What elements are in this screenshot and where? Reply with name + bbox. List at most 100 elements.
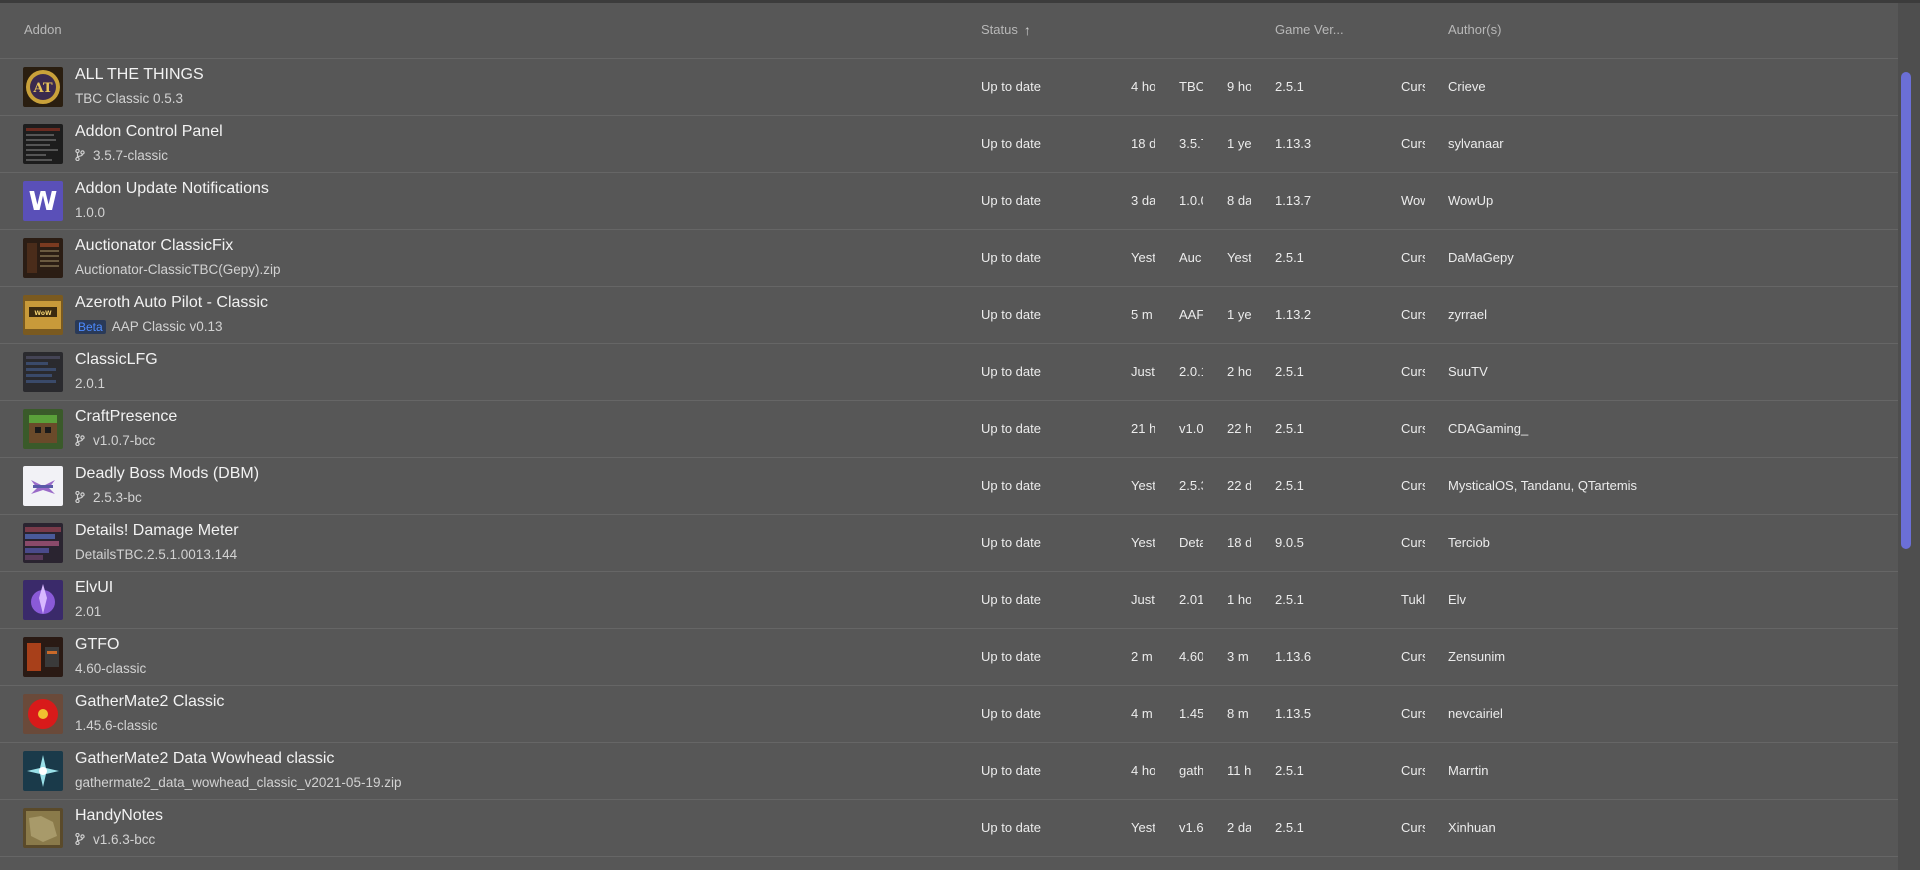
addon-version: v1.0.7-bcc xyxy=(93,433,156,448)
provider: Curs xyxy=(1401,535,1425,550)
addon-thumbnail: AT xyxy=(23,67,63,107)
addon-version: 2.0.1 xyxy=(75,376,106,391)
updated-at: 9 ho xyxy=(1227,79,1251,94)
addon-subtitle: gathermate2_data_wowhead_classic_v2021-0… xyxy=(75,775,401,790)
arrow-up-icon: ↑ xyxy=(1023,22,1031,38)
column-header-authors[interactable]: Author(s) xyxy=(1448,22,1501,37)
addon-name[interactable]: ALL THE THINGS xyxy=(75,66,204,84)
column-header-game-version[interactable]: Game Ver... xyxy=(1275,22,1344,37)
table-row[interactable]: WoW Azeroth Auto Pilot - Classic Beta AAP C… xyxy=(0,287,1898,344)
addon-name[interactable]: Addon Control Panel xyxy=(75,123,223,141)
addon-authors: Zensunim xyxy=(1448,649,1506,664)
game-version: 1.13.2 xyxy=(1275,307,1312,322)
addon-status: Up to date xyxy=(981,478,1041,493)
game-version: 1.13.3 xyxy=(1275,136,1312,151)
game-version: 1.13.5 xyxy=(1275,706,1312,721)
scrollbar-thumb[interactable] xyxy=(1901,72,1911,549)
addon-name[interactable]: Azeroth Auto Pilot - Classic xyxy=(75,294,268,312)
addon-subtitle: DetailsTBC.2.5.1.0013.144 xyxy=(75,547,237,562)
addon-version: 2.01 xyxy=(75,604,102,619)
provider: Curs xyxy=(1401,649,1425,664)
table-row[interactable]: CraftPresence v1.0.7-bcc Up to date 21 h v1.… xyxy=(0,401,1898,458)
addon-subtitle: 2.5.3-bc xyxy=(75,490,142,506)
addon-version: 1.45.6-classic xyxy=(75,718,158,733)
addon-authors: SuuTV xyxy=(1448,364,1488,379)
table-row[interactable]: ClassicLFG 2.0.1 Up to date Just 2.0.1 2 ho 2.… xyxy=(0,344,1898,401)
column-header-status[interactable]: Status ↑ xyxy=(981,22,1031,38)
addon-subtitle: Auctionator-ClassicTBC(Gepy).zip xyxy=(75,262,281,277)
updated-at: 1 ye xyxy=(1227,136,1251,151)
addon-authors: WowUp xyxy=(1448,193,1494,208)
provider: Curs xyxy=(1401,79,1425,94)
updated-at: 22 d xyxy=(1227,478,1251,493)
addon-name[interactable]: GatherMate2 Classic xyxy=(75,693,224,711)
addon-name[interactable]: Addon Update Notifications xyxy=(75,180,269,198)
table-row[interactable]: Details! Damage Meter DetailsTBC.2.5.1.00… xyxy=(0,515,1898,572)
table-row[interactable]: GTFO 4.60-classic Up to date 2 m 4.60 3 m 1.13… xyxy=(0,629,1898,686)
latest-release-time: Yest xyxy=(1131,250,1155,265)
updated-at: 3 m xyxy=(1227,649,1249,664)
updated-at: 22 h xyxy=(1227,421,1251,436)
game-version: 2.5.1 xyxy=(1275,592,1304,607)
table-row[interactable]: GatherMate2 Data Wowhead classic gatherma… xyxy=(0,743,1898,800)
provider: Tukl xyxy=(1401,592,1425,607)
updated-at: 18 d xyxy=(1227,535,1251,550)
addon-thumbnail xyxy=(23,238,63,278)
addon-status: Up to date xyxy=(981,421,1041,436)
latest-release-time: 4 m xyxy=(1131,706,1153,721)
latest-version: Auc xyxy=(1179,250,1202,265)
addon-thumbnail: WoW xyxy=(23,295,63,335)
latest-version: 2.5.3 xyxy=(1179,478,1203,493)
addon-name[interactable]: ClassicLFG xyxy=(75,351,158,369)
table-row[interactable]: AT ALL THE THINGS TBC Classic 0.5.3 Up to d… xyxy=(0,59,1898,116)
addon-name[interactable]: ElvUI xyxy=(75,579,113,597)
latest-release-time: 18 d xyxy=(1131,136,1155,151)
git-branch-icon xyxy=(75,148,87,164)
table-row[interactable]: Addon Control Panel 3.5.7-classic Up to da… xyxy=(0,116,1898,173)
game-version: 2.5.1 xyxy=(1275,79,1304,94)
addon-status: Up to date xyxy=(981,307,1041,322)
table-row[interactable]: W Addon Update Notifications 1.0.0 Up to da… xyxy=(0,173,1898,230)
updated-at: 11 h xyxy=(1227,763,1251,778)
provider: Curs xyxy=(1401,763,1425,778)
latest-version: 2.01 xyxy=(1179,592,1203,607)
addon-thumbnail xyxy=(23,409,63,449)
git-branch-icon xyxy=(75,490,87,506)
game-version: 2.5.1 xyxy=(1275,763,1304,778)
latest-version: 4.60 xyxy=(1179,649,1203,664)
addon-name[interactable]: CraftPresence xyxy=(75,408,177,426)
latest-version: 3.5.7 xyxy=(1179,136,1203,151)
addon-name[interactable]: GatherMate2 Data Wowhead classic xyxy=(75,750,334,768)
table-row[interactable]: Deadly Boss Mods (DBM) 2.5.3-bc Up to date… xyxy=(0,458,1898,515)
table-row[interactable]: Auctionator ClassicFix Auctionator-Classi… xyxy=(0,230,1898,287)
addon-name[interactable]: Details! Damage Meter xyxy=(75,522,239,540)
updated-at: 2 da xyxy=(1227,820,1251,835)
provider: Curs xyxy=(1401,706,1425,721)
addon-table-body: AT ALL THE THINGS TBC Classic 0.5.3 Up to d… xyxy=(0,59,1898,857)
game-version: 2.5.1 xyxy=(1275,820,1304,835)
addon-thumbnail: W xyxy=(23,181,63,221)
addon-subtitle: 2.01 xyxy=(75,604,101,619)
addon-name[interactable]: Deadly Boss Mods (DBM) xyxy=(75,465,259,483)
addon-thumbnail xyxy=(23,523,63,563)
addon-version: AAP Classic v0.13 xyxy=(111,319,223,334)
latest-version: gath xyxy=(1179,763,1203,778)
addon-status: Up to date xyxy=(981,763,1041,778)
table-row[interactable]: GatherMate2 Classic 1.45.6-classic Up to d… xyxy=(0,686,1898,743)
addon-subtitle: 3.5.7-classic xyxy=(75,148,168,164)
addon-name[interactable]: HandyNotes xyxy=(75,807,163,825)
addon-name[interactable]: Auctionator ClassicFix xyxy=(75,237,233,255)
latest-release-time: Yest xyxy=(1131,535,1155,550)
provider: Wow xyxy=(1401,193,1425,208)
updated-at: 8 m xyxy=(1227,706,1249,721)
latest-version: AAF xyxy=(1179,307,1203,322)
addon-authors: sylvanaar xyxy=(1448,136,1504,151)
latest-version: 1.45 xyxy=(1179,706,1203,721)
latest-version: v1.6 xyxy=(1179,820,1203,835)
column-header-addon[interactable]: Addon xyxy=(24,22,62,37)
game-version: 2.5.1 xyxy=(1275,250,1304,265)
game-version: 2.5.1 xyxy=(1275,421,1304,436)
addon-name[interactable]: GTFO xyxy=(75,636,119,654)
table-row[interactable]: ElvUI 2.01 Up to date Just 2.01 1 ho 2.5.1 Tukl… xyxy=(0,572,1898,629)
table-row[interactable]: HandyNotes v1.6.3-bcc Up to date Yest v1.6 2 … xyxy=(0,800,1898,857)
